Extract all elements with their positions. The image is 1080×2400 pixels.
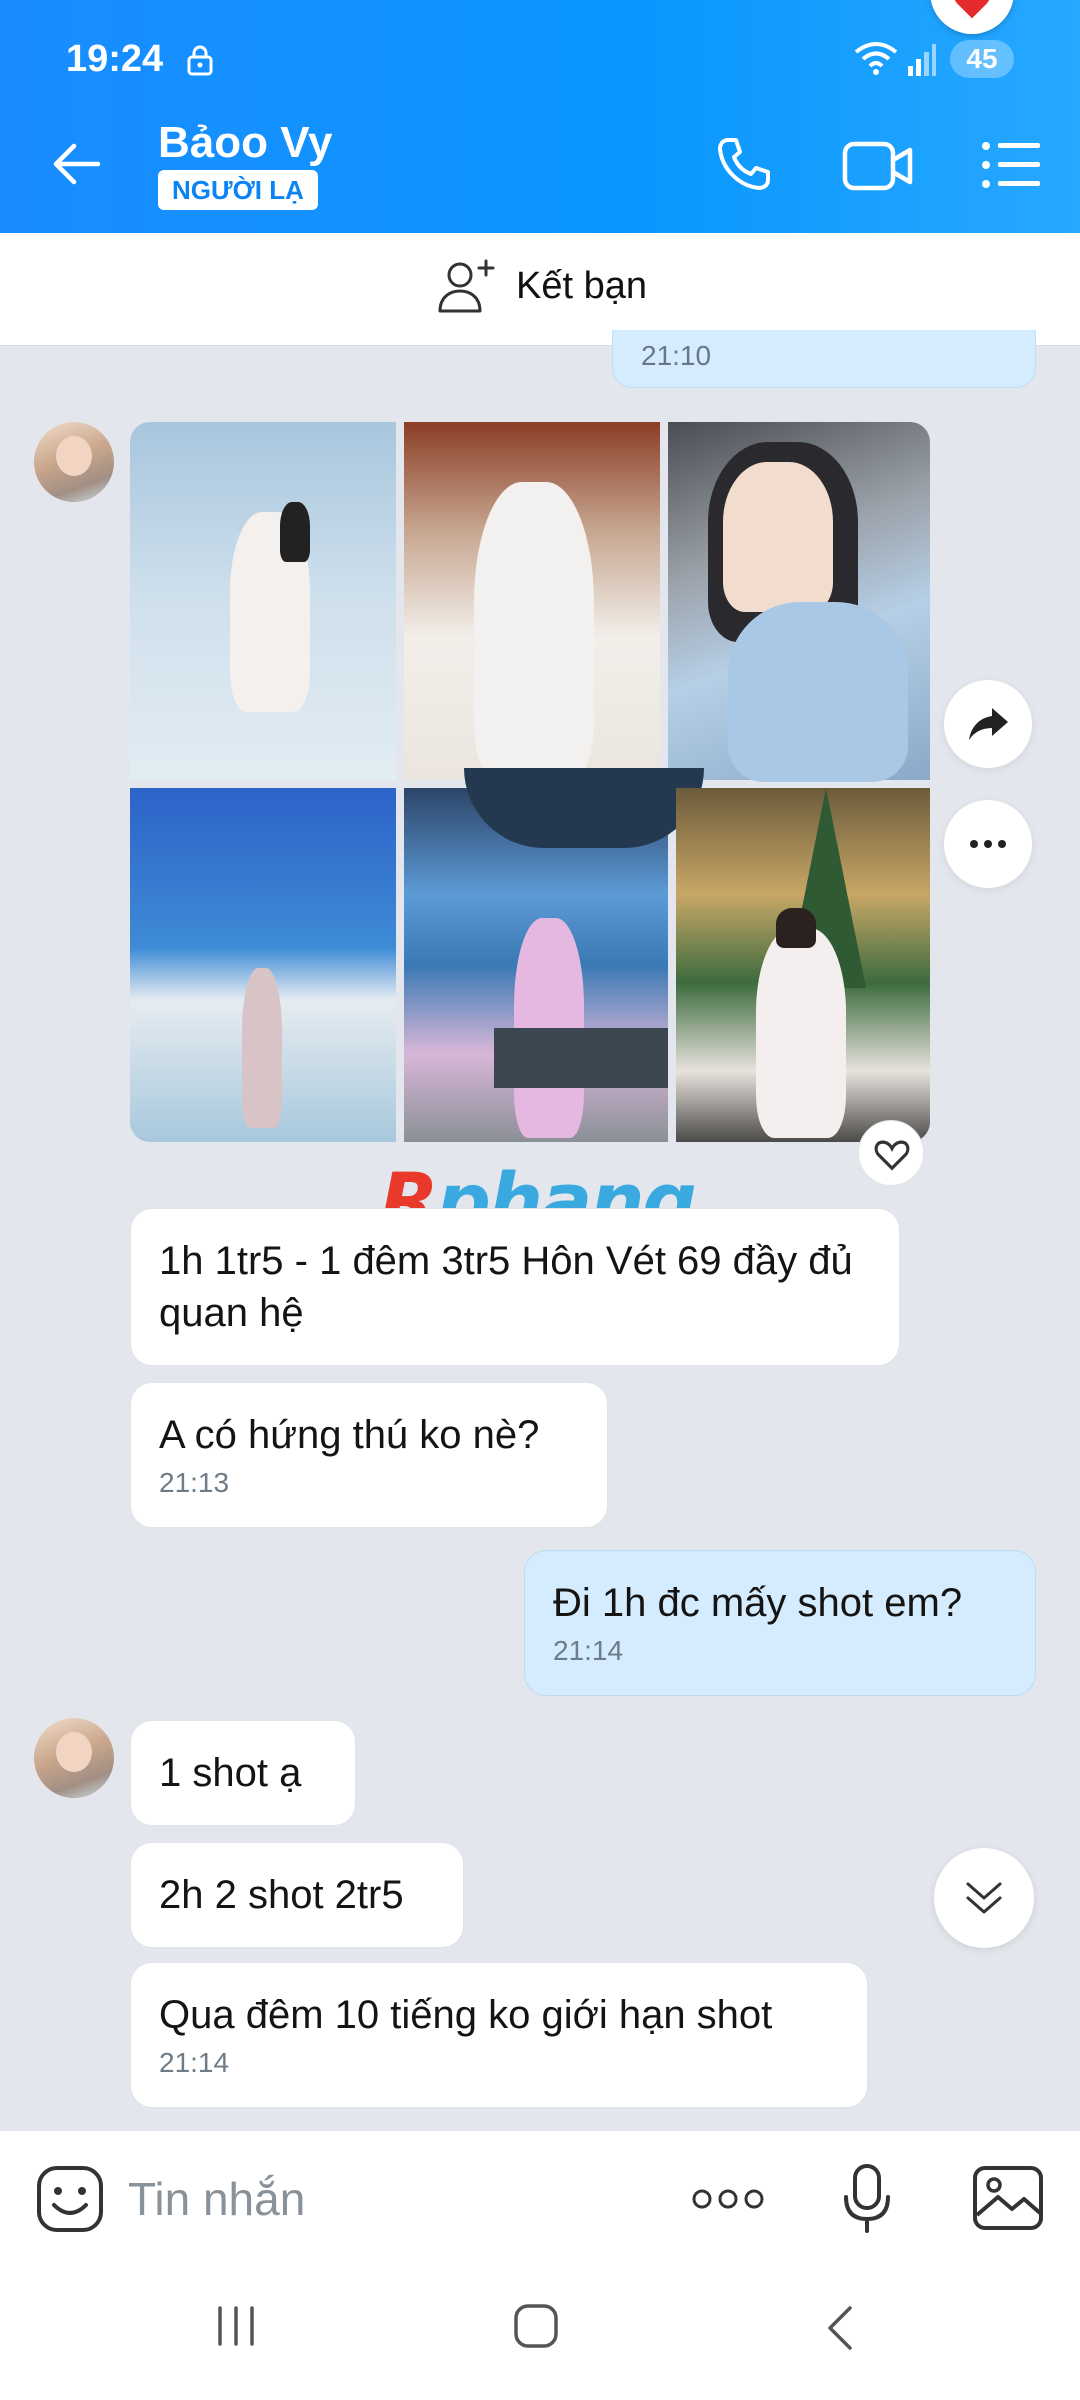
phone-icon[interactable] (714, 134, 774, 194)
message-time: 21:14 (159, 2047, 230, 2078)
photo-1[interactable] (130, 422, 396, 780)
message-text: 1h 1tr5 - 1 đêm 3tr5 Hôn Vét 69 đầy đủ q… (159, 1239, 853, 1335)
contact-avatar[interactable] (34, 422, 114, 502)
message-text: 1 shot ạ (159, 1751, 302, 1795)
chevron-double-down-icon (966, 1882, 1002, 1914)
message-time: 21:10 (641, 340, 712, 371)
mic-icon[interactable] (842, 2163, 892, 2235)
nav-back-icon[interactable] (824, 2304, 856, 2352)
photo-5[interactable] (404, 768, 704, 1142)
contact-name[interactable]: Bảoo Vy (158, 118, 332, 168)
home-icon[interactable] (512, 2302, 560, 2350)
message-input[interactable] (128, 2165, 668, 2233)
incoming-message[interactable]: 2h 2 shot 2tr5 (130, 1842, 464, 1948)
previous-message-bubble[interactable]: 21:10 (612, 330, 1036, 388)
scroll-down-button[interactable] (934, 1848, 1034, 1948)
battery-indicator: 45 (950, 40, 1014, 78)
message-text: Qua đêm 10 tiếng ko giới hạn shot (159, 1993, 773, 2037)
video-icon[interactable] (842, 138, 914, 194)
stranger-badge: NGƯỜI LẠ (158, 170, 318, 210)
heart-bubble[interactable] (930, 0, 1014, 34)
recent-apps-icon[interactable] (214, 2304, 258, 2348)
status-time: 19:24 (66, 38, 164, 80)
heart-outline-icon (874, 1140, 910, 1171)
photo-2[interactable] (404, 422, 660, 782)
add-friend-label: Kết bạn (516, 264, 647, 307)
menu-icon[interactable] (980, 140, 1042, 190)
photo-6[interactable] (676, 788, 930, 1142)
incoming-message[interactable]: 1h 1tr5 - 1 đêm 3tr5 Hôn Vét 69 đầy đủ q… (130, 1208, 900, 1366)
add-friend-button[interactable]: Kết bạn (436, 255, 647, 317)
signal-icon (908, 44, 936, 76)
share-icon (969, 708, 1008, 740)
incoming-message[interactable]: Qua đêm 10 tiếng ko giới hạn shot 21:14 (130, 1962, 868, 2108)
outgoing-message[interactable]: Đi 1h đc mấy shot em? 21:14 (524, 1550, 1036, 1696)
more-options-icon[interactable] (690, 2181, 766, 2217)
like-button[interactable] (858, 1120, 924, 1186)
share-button[interactable] (944, 680, 1032, 768)
photo-4[interactable] (130, 788, 396, 1142)
photo-3[interactable] (668, 422, 930, 782)
message-time: 21:13 (159, 1467, 230, 1498)
lock-icon (187, 45, 213, 76)
message-text: Đi 1h đc mấy shot em? (553, 1581, 963, 1625)
more-button[interactable] (944, 800, 1032, 888)
contact-avatar[interactable] (34, 1718, 114, 1798)
add-friend-icon (438, 259, 495, 313)
message-text: 2h 2 shot 2tr5 (159, 1873, 404, 1917)
message-time: 21:14 (553, 1635, 624, 1666)
incoming-message[interactable]: A có hứng thú ko nè? 21:13 (130, 1382, 608, 1528)
chat-header: 19:24 45 Bảoo Vy NGƯỜI LẠ (0, 0, 1080, 233)
more-icon (970, 840, 1006, 848)
incoming-message[interactable]: 1 shot ạ (130, 1720, 356, 1826)
back-arrow-icon[interactable] (48, 136, 104, 192)
message-text: A có hứng thú ko nè? (159, 1413, 540, 1457)
wifi-icon (854, 42, 898, 75)
gallery-icon[interactable] (972, 2165, 1044, 2231)
message-input-bar (0, 2130, 1080, 2266)
system-nav-bar (0, 2266, 1080, 2400)
heart-icon (955, 0, 989, 19)
sticker-icon[interactable] (36, 2165, 104, 2233)
photo-grid (130, 422, 930, 1142)
